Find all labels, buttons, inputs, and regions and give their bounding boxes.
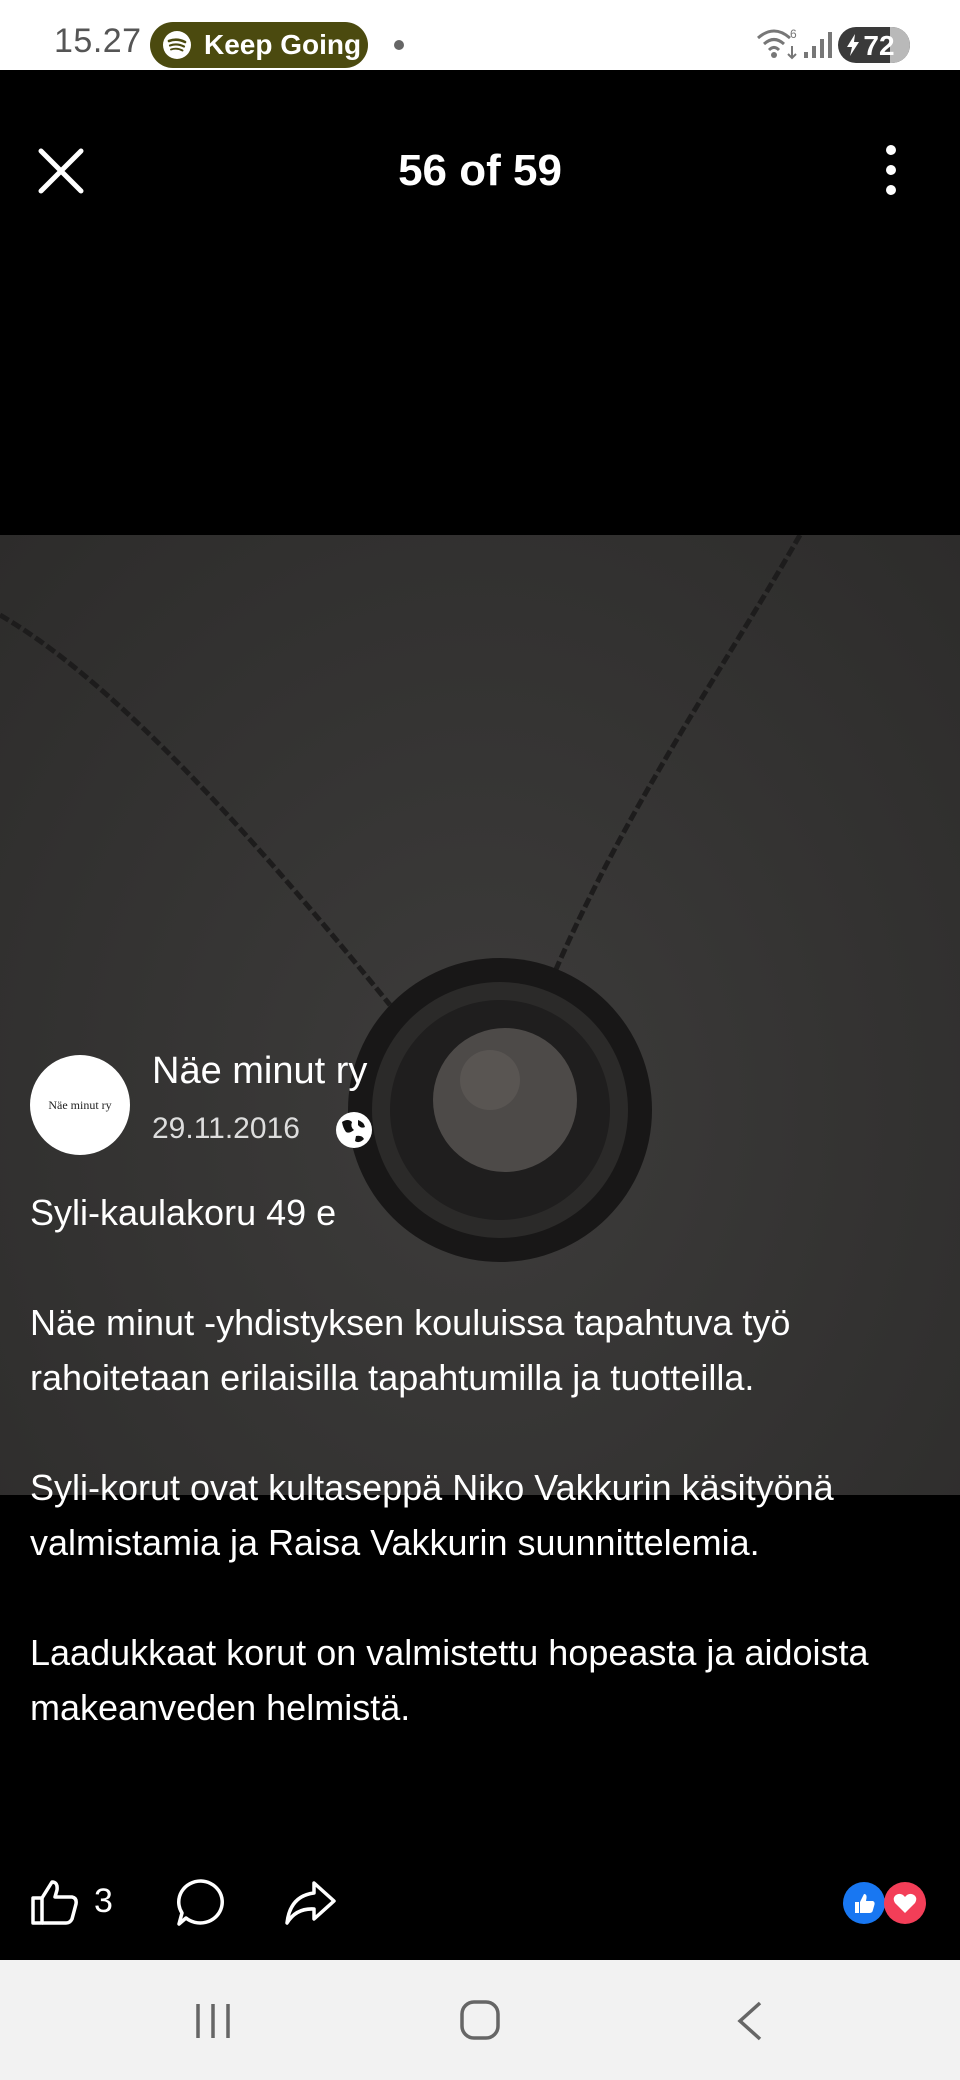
wifi-icon: 6 (757, 27, 797, 60)
post-paragraph: Syli-korut ovat kultaseppä Niko Vakkurin… (30, 1467, 834, 1563)
media-label: Keep Going (204, 29, 362, 60)
reaction-like-icon[interactable] (843, 1882, 885, 1924)
avatar-text: Näe minut ry (48, 1097, 112, 1112)
notification-dot (394, 40, 404, 50)
system-nav-bar (0, 1960, 960, 2080)
status-time: 15.27 (54, 22, 142, 60)
reaction-love-icon[interactable] (884, 1882, 926, 1924)
action-bar: 3 (0, 1860, 960, 1950)
photo-counter: 56 of 59 (398, 146, 562, 195)
spotify-icon (163, 31, 191, 59)
author-name[interactable]: Näe minut ry (152, 1050, 367, 1093)
signal-icon (804, 32, 832, 58)
comment-icon[interactable] (176, 1878, 226, 1928)
like-icon[interactable] (30, 1878, 80, 1926)
media-pill[interactable]: Keep Going (150, 22, 368, 68)
post-paragraph: Laadukkaat korut on valmistettu hopeasta… (30, 1632, 869, 1728)
back-icon[interactable] (734, 2000, 766, 2042)
status-bar: 15.27 Keep Going 6 72 (0, 0, 960, 70)
avatar[interactable]: Näe minut ry (30, 1055, 130, 1155)
recent-apps-icon[interactable] (192, 2000, 234, 2042)
post-paragraph: Syli-kaulakoru 49 e (30, 1192, 337, 1233)
post-paragraph: Näe minut -yhdistyksen kouluissa tapahtu… (30, 1302, 791, 1398)
more-vertical-icon[interactable] (876, 142, 906, 198)
share-icon[interactable] (284, 1880, 336, 1926)
battery-indicator: 72 (838, 27, 910, 63)
post-text: Syli-kaulakoru 49 e Näe minut -yhdistyks… (30, 1185, 940, 1790)
globe-icon (336, 1112, 372, 1148)
post-date[interactable]: 29.11.2016 (152, 1112, 300, 1146)
like-count[interactable]: 3 (94, 1882, 113, 1921)
battery-level: 72 (863, 30, 895, 61)
home-icon[interactable] (458, 1998, 502, 2042)
svg-text:6: 6 (790, 27, 797, 41)
